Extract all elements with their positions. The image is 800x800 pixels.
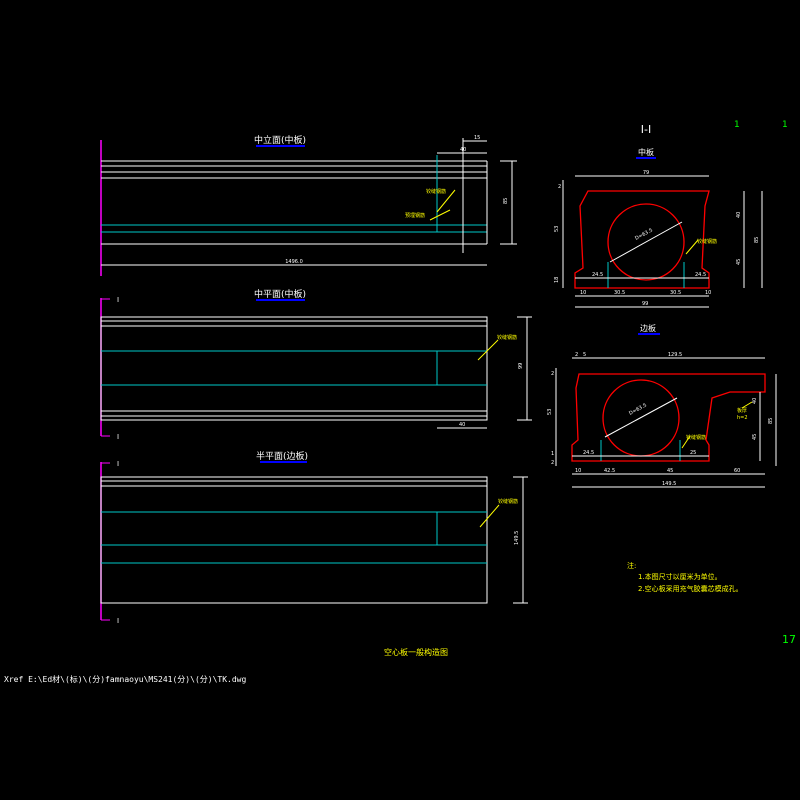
section-mid-leader-text: 铰缝钢筋 <box>697 238 717 245</box>
drawing-title: 空心板一般构造图 <box>384 647 448 657</box>
section-mid-subtitle: 中板 <box>638 147 654 157</box>
page-mark-2: 1 <box>782 120 788 130</box>
half-plan-section-mark-bottom: I <box>117 617 119 625</box>
mid-plan-title: 中平面(中板) <box>254 288 306 300</box>
section-edge-dim-bottom-d: 42.5 <box>604 468 615 474</box>
section-edge-dim-top-a: 2 <box>575 352 578 358</box>
section-edge-dim-top-b: 5 <box>583 352 586 358</box>
section-mid-dim-left-c: 18 <box>554 277 560 283</box>
mid-plan-section-mark-bottom: I <box>117 433 119 441</box>
mid-elevation-dim-length-text: 1496.0 <box>285 259 303 265</box>
half-plan-dim-right-text: 149.5 <box>514 531 520 545</box>
section-edge-dim-bottom-f: 60 <box>734 468 740 474</box>
section-mid-dim-bottom-d: 30.5 <box>614 290 625 296</box>
section-mid-dim-right-total: 85 <box>754 237 760 243</box>
section-mid-dim-bottom-f: 10 <box>705 290 711 296</box>
half-plan-title: 半平面(边板) <box>256 450 308 462</box>
section-mid-dim-right-b: 45 <box>736 259 742 265</box>
page-mark-1: 1 <box>734 120 740 130</box>
section-edge-dim-left-d: 2 <box>551 460 554 466</box>
mid-plan-dim-bottom-text: 40 <box>459 422 465 428</box>
section-edge-dim-left-c: 1 <box>551 451 554 457</box>
section-edge-dim-bottom-total: 149.5 <box>662 481 676 487</box>
section-mid-dim-bottom-total: 99 <box>642 301 648 307</box>
section-edge-dim-bottom-b: 25 <box>690 450 696 456</box>
mid-elevation-dim-top-b-text: 40 <box>460 147 466 153</box>
section-mid-dim-left-a: 2 <box>558 184 561 190</box>
section-edge-note-2: h=2 <box>737 415 748 421</box>
mid-elevation-dim-top-a-text: 15 <box>474 135 480 141</box>
section-title: I-I <box>641 123 651 136</box>
section-edge-title: 边板 <box>640 323 656 333</box>
sheet-number: 17 <box>782 633 796 646</box>
section-edge-dim-bottom-a: 24.5 <box>583 450 594 456</box>
notes-heading: 注: <box>627 561 636 570</box>
section-mid-dim-bottom-c: 10 <box>580 290 586 296</box>
mid-plan-leader-text: 铰缝钢筋 <box>497 334 517 341</box>
section-edge-dim-bottom-c: 10 <box>575 468 581 474</box>
section-edge-dim-right-a: 40 <box>752 398 758 404</box>
xref-path: Xref E:\Ed材\(标)\(分)famnaoyu\MS241(分)\(分)… <box>4 675 247 684</box>
section-edge-dim-right-b: 45 <box>752 434 758 440</box>
section-edge-dim-right-total: 85 <box>768 418 774 424</box>
section-edge-note: 板厚 <box>737 407 747 414</box>
notes-item-2: 2.空心板采用充气胶囊芯模成孔。 <box>638 584 743 593</box>
section-mid-dim-right-a: 40 <box>736 212 742 218</box>
mid-elevation-leader-1-text: 铰缝钢筋 <box>426 188 446 195</box>
half-plan-leader-text: 铰缝钢筋 <box>498 498 518 505</box>
mid-plan-dim-right-text: 99 <box>518 363 524 369</box>
mid-plan-section-mark-top: I <box>117 296 119 304</box>
notes-item-1: 1.本图尺寸以厘米为单位。 <box>638 572 722 581</box>
section-mid-dim-bottom-b: 24.5 <box>695 272 706 278</box>
mid-elevation-title: 中立面(中板) <box>254 134 306 146</box>
section-edge-dim-left-a: 2 <box>551 371 554 377</box>
section-mid-dim-left-b: 53 <box>554 226 560 232</box>
section-edge-dim-top-text: 129.5 <box>668 352 682 358</box>
mid-elevation-leader-2-text: 预埋钢筋 <box>405 212 425 219</box>
section-edge-leader-text: 铰缝钢筋 <box>686 434 706 441</box>
section-mid-dim-bottom-e: 30.5 <box>670 290 681 296</box>
mid-elevation-dim-right-text: 85 <box>503 198 509 204</box>
section-mid-dim-top-text: 79 <box>643 170 649 176</box>
section-edge-dim-left-b: 53 <box>547 409 553 415</box>
section-edge-dim-bottom-e: 45 <box>667 468 673 474</box>
section-mid-dim-bottom-a: 24.5 <box>592 272 603 278</box>
half-plan-section-mark-top: I <box>117 460 119 468</box>
